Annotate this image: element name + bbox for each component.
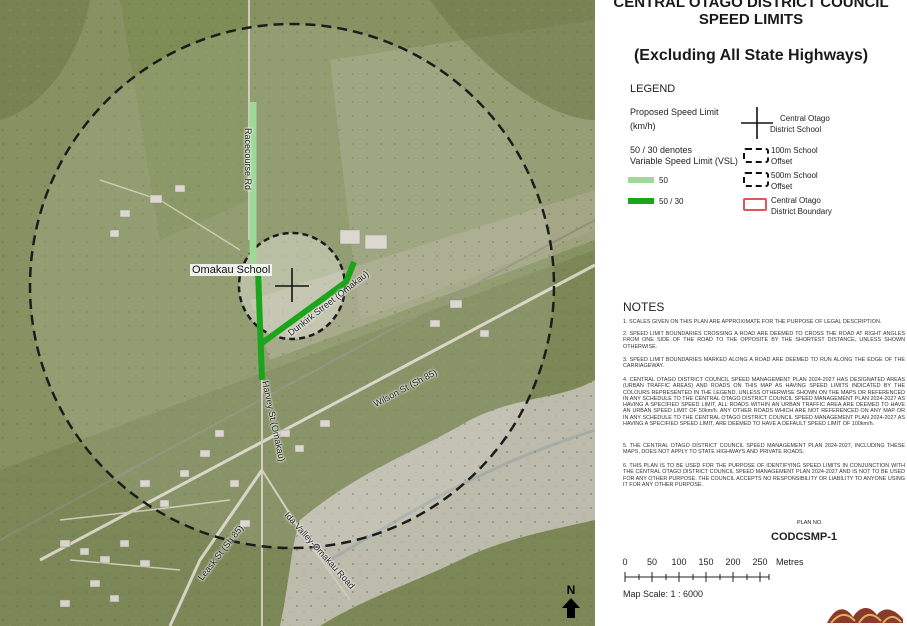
legend-item-50: 50 xyxy=(659,176,668,185)
north-letter: N xyxy=(566,583,576,597)
legend-proposed-line1: Proposed Speed Limit xyxy=(630,107,719,117)
legend-vsl-line2: Variable Speed Limit (VSL) xyxy=(630,156,738,166)
scale-tick-200: 200 xyxy=(725,557,741,567)
legend-school-line1: Central Otago xyxy=(780,114,830,123)
plan-number: CODCSMP-1 xyxy=(771,531,838,543)
subtitle: (Excluding All State Highways) xyxy=(633,47,869,64)
note-4: 4. CENTRAL OTAGO DISTRICT COUNCIL SPEED … xyxy=(623,377,905,428)
legend-offset100-line1: 100m School xyxy=(771,146,818,155)
legend-offset100-line2: Offset xyxy=(771,157,793,166)
road-label-racecourse: Racecourse Rd xyxy=(243,128,253,191)
note-3: 3. SPEED LIMIT BOUNDARIES MARKED ALONG A… xyxy=(623,357,905,370)
map-scale-text: Map Scale: 1 : 6000 xyxy=(623,589,704,599)
speed-50-30-harvey-street xyxy=(255,269,265,381)
legend-offset500-line2: Offset xyxy=(771,182,793,191)
map-view[interactable]: Racecourse Rd Dunkirk Street (Omakau) Ha… xyxy=(0,0,595,626)
legend-item-50-30: 50 / 30 xyxy=(659,197,684,206)
legend-swatch-50-30 xyxy=(628,198,654,204)
legend-boundary-line1: Central Otago xyxy=(771,196,821,205)
legend-swatch-50 xyxy=(628,177,654,183)
note-2: 2. SPEED LIMIT BOUNDARIES CROSSING A ROA… xyxy=(623,331,905,350)
scale-bar xyxy=(624,572,770,582)
scale-tick-250: 250 xyxy=(752,557,768,567)
legend-proposed-line2: (km/h) xyxy=(630,121,656,131)
legend-school-cross-icon xyxy=(741,107,773,139)
council-logo-icon xyxy=(827,608,903,624)
legend-heading: LEGEND xyxy=(630,83,676,95)
legend-district-boundary-icon xyxy=(743,198,767,211)
scale-tick-0: 0 xyxy=(622,557,628,567)
scale-tick-100: 100 xyxy=(671,557,687,567)
info-panel: CENTRAL OTAGO DISTRICT COUNCIL SPEED LIM… xyxy=(595,0,907,626)
legend-offset-500m-icon xyxy=(743,172,769,187)
scale-unit: Metres xyxy=(776,557,804,567)
legend-offset500-line1: 500m School xyxy=(771,171,818,180)
scale-tick-50: 50 xyxy=(646,557,658,567)
legend-school-line2: District School xyxy=(770,125,822,134)
note-6: 6. THIS PLAN IS TO BE USED FOR THE PURPO… xyxy=(623,463,905,488)
note-5: 5. THE CENTRAL OTAGO DISTRICT COUNCIL SP… xyxy=(623,443,905,456)
school-label: Omakau School xyxy=(190,264,273,276)
legend-boundary-line2: District Boundary xyxy=(771,207,832,216)
legend-offset-100m-icon xyxy=(743,148,769,163)
legend-vsl-line1: 50 / 30 denotes xyxy=(630,145,693,155)
north-indicator: N xyxy=(560,584,582,596)
note-1: 1. SCALES GIVEN ON THIS PLAN ARE APPROXI… xyxy=(623,319,882,325)
plan-number-label: PLAN NO. xyxy=(797,520,823,526)
title-line-1: CENTRAL OTAGO DISTRICT COUNCIL xyxy=(613,0,889,11)
scale-tick-150: 150 xyxy=(698,557,714,567)
title-line-2: SPEED LIMITS xyxy=(698,11,804,28)
notes-heading: NOTES xyxy=(623,300,665,314)
